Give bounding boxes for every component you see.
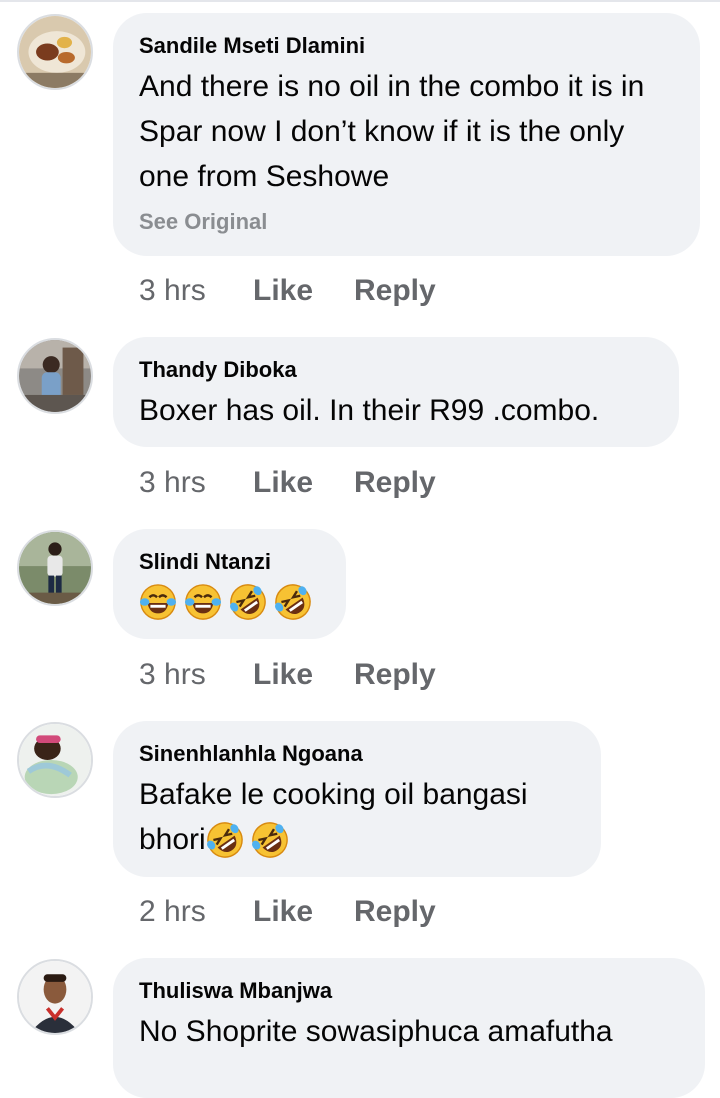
avatar[interactable] (17, 722, 93, 798)
avatar-image (19, 340, 91, 412)
comment-bubble: Thuliswa Mbanjwa No Shoprite sowasiphuca… (113, 958, 705, 1098)
comment-actions: 3 hrs Like Reply (139, 657, 436, 693)
comment-bubble: Thandy Diboka Boxer has oil. In their R9… (113, 337, 679, 447)
comment-timestamp[interactable]: 3 hrs (139, 465, 253, 501)
avatar[interactable] (17, 14, 93, 90)
comment-text: No Shoprite sowasiphuca amafutha (139, 1015, 613, 1048)
like-button[interactable]: Like (253, 657, 354, 693)
avatar-image (19, 532, 91, 604)
reply-button[interactable]: Reply (354, 894, 436, 930)
avatar[interactable] (17, 959, 93, 1035)
comment-author[interactable]: Thuliswa Mbanjwa (139, 978, 679, 1004)
comment-author[interactable]: Sandile Mseti Dlamini (139, 33, 674, 59)
rolling-on-floor-laughing-icon (206, 821, 244, 859)
comment-timestamp[interactable]: 3 hrs (139, 273, 253, 309)
like-button[interactable]: Like (253, 894, 354, 930)
comment-text: And there is no oil in the combo it is i… (139, 70, 645, 193)
avatar[interactable] (17, 530, 93, 606)
see-original-link[interactable]: See Original (139, 209, 674, 235)
comment-bubble: Slindi Ntanzi (113, 529, 346, 639)
comment-actions: 3 hrs Like Reply (139, 273, 436, 309)
reply-button[interactable]: Reply (354, 465, 436, 501)
comment-bubble: Sandile Mseti Dlamini And there is no oi… (113, 13, 700, 256)
avatar-image (19, 724, 91, 796)
comment-timestamp[interactable]: 2 hrs (139, 894, 253, 930)
comment-author[interactable]: Thandy Diboka (139, 357, 653, 383)
comment-text-word: bhori (139, 823, 206, 856)
like-button[interactable]: Like (253, 273, 354, 309)
comment-actions: 3 hrs Like Reply (139, 465, 436, 501)
avatar-image (19, 961, 91, 1033)
face-with-tears-of-joy-icon (139, 583, 177, 621)
avatar-image (19, 16, 91, 88)
comment-author[interactable]: Sinenhlanhla Ngoana (139, 741, 575, 767)
comment-author[interactable]: Slindi Ntanzi (139, 549, 320, 575)
comment-text-line: bhori (139, 817, 575, 862)
top-divider (0, 0, 720, 2)
reply-button[interactable]: Reply (354, 273, 436, 309)
comment-text: Bafake le cooking oil bangasi bhori (139, 772, 575, 862)
rolling-on-floor-laughing-icon (274, 583, 312, 621)
reply-button[interactable]: Reply (354, 657, 436, 693)
face-with-tears-of-joy-icon (184, 583, 222, 621)
comment-timestamp[interactable]: 3 hrs (139, 657, 253, 693)
comment-text-line: Bafake le cooking oil bangasi (139, 778, 528, 811)
comment-bubble: Sinenhlanhla Ngoana Bafake le cooking oi… (113, 721, 601, 877)
emoji-row (139, 580, 320, 624)
comment-actions: 2 hrs Like Reply (139, 894, 436, 930)
rolling-on-floor-laughing-icon (251, 821, 289, 859)
like-button[interactable]: Like (253, 465, 354, 501)
rolling-on-floor-laughing-icon (229, 583, 267, 621)
comment-text: Boxer has oil. In their R99 .combo. (139, 394, 600, 427)
avatar[interactable] (17, 338, 93, 414)
